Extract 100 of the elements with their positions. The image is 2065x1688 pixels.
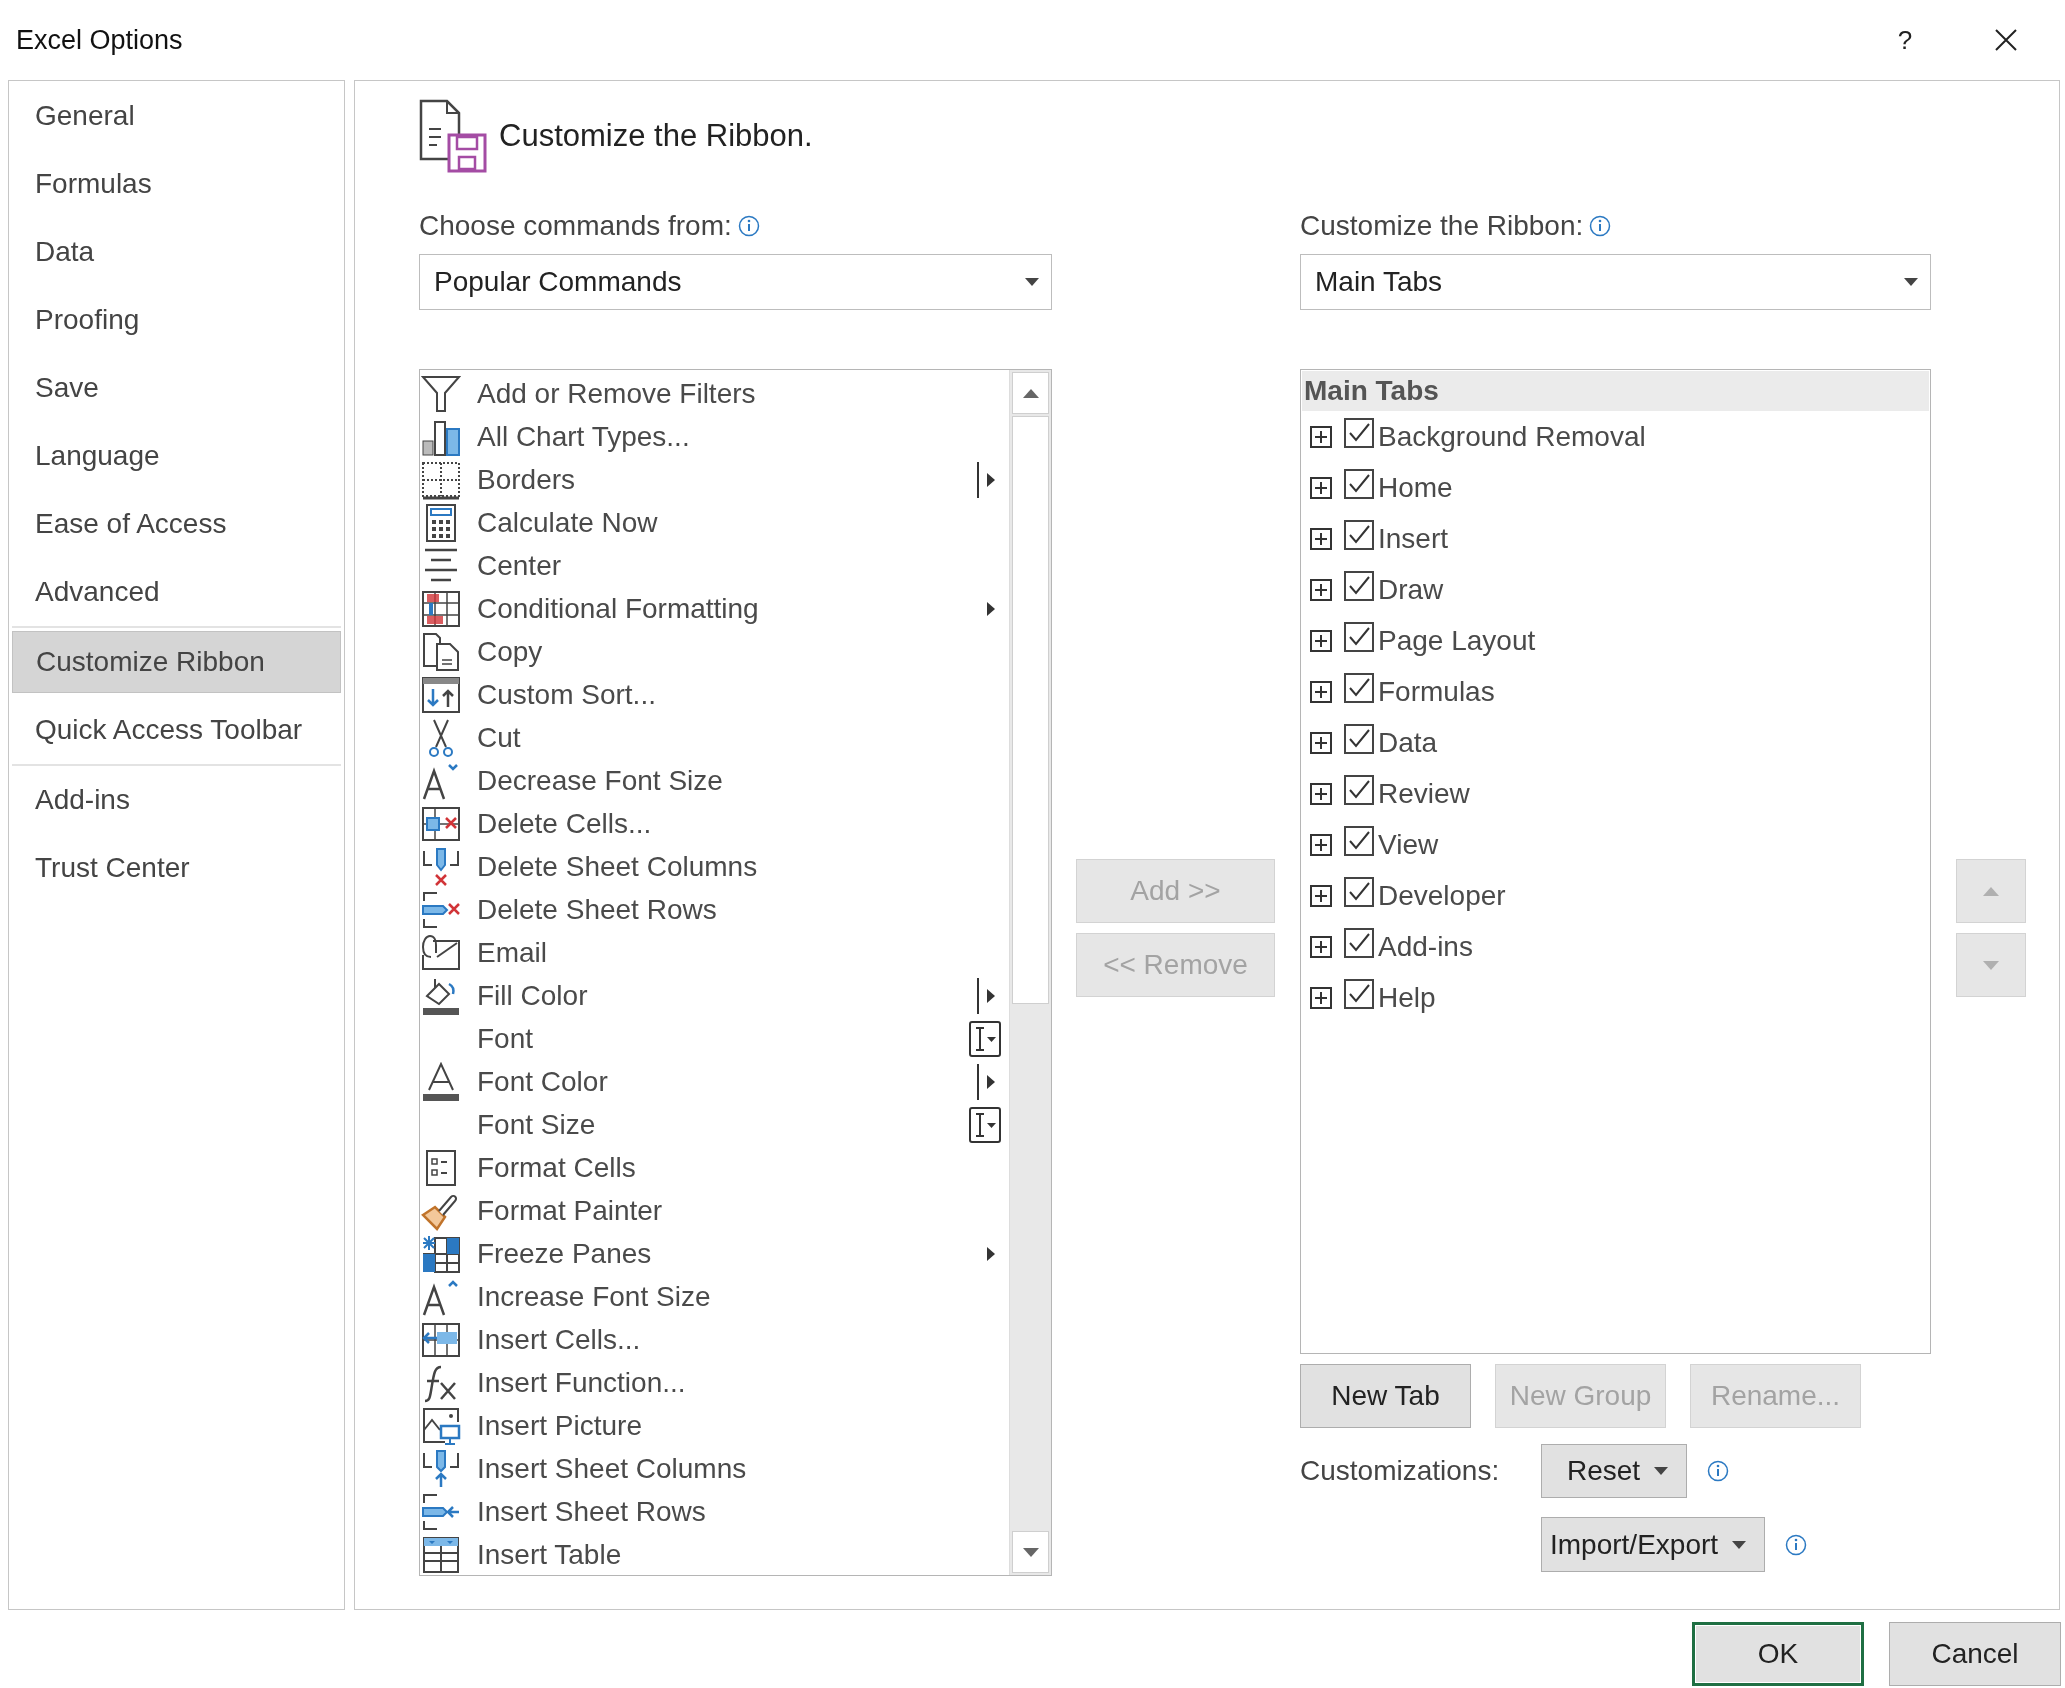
sidebar-item[interactable]: Quick Access Toolbar xyxy=(12,696,341,764)
text-field-icon xyxy=(969,1104,1001,1145)
cancel-button[interactable]: Cancel xyxy=(1889,1622,2061,1686)
checkbox[interactable] xyxy=(1344,825,1374,856)
import-export-button[interactable]: Import/Export xyxy=(1541,1517,1766,1572)
expand-icon[interactable] xyxy=(1310,986,1332,1009)
command-item[interactable]: All Chart Types... xyxy=(420,415,1009,458)
insert-rows-icon xyxy=(421,1491,461,1532)
expand-icon[interactable] xyxy=(1310,680,1332,703)
command-item[interactable]: Font xyxy=(420,1017,1009,1060)
expand-icon[interactable] xyxy=(1310,527,1332,550)
ok-button[interactable]: OK xyxy=(1692,1622,1864,1686)
scroll-up-button[interactable] xyxy=(1012,372,1049,414)
sidebar-item[interactable]: Add-ins xyxy=(12,766,341,834)
dropdown-caret-icon xyxy=(1904,278,1918,286)
info-icon xyxy=(1589,215,1612,237)
sidebar-item[interactable]: Ease of Access xyxy=(12,490,341,558)
tab-label: View xyxy=(1378,828,1439,861)
sidebar-item[interactable]: Data xyxy=(12,218,341,286)
command-item[interactable]: Calculate Now xyxy=(420,501,1009,544)
ribbon-dropdown[interactable]: Main Tabs xyxy=(1300,254,1931,310)
checkbox[interactable] xyxy=(1344,519,1374,550)
command-item[interactable]: Insert Picture xyxy=(420,1404,1009,1447)
command-item[interactable]: Decrease Font Size xyxy=(420,759,1009,802)
sidebar-item[interactable]: Formulas xyxy=(12,150,341,218)
scrollbar[interactable] xyxy=(1009,370,1051,1575)
sort-icon xyxy=(421,674,461,715)
sidebar-item[interactable]: Advanced xyxy=(12,558,341,626)
field-label: Customize the Ribbon: xyxy=(1300,210,1584,242)
expand-icon[interactable] xyxy=(1310,731,1332,754)
up-arrow-icon xyxy=(1983,886,1999,896)
expand-icon[interactable] xyxy=(1310,935,1332,958)
commands-dropdown[interactable]: Popular Commands xyxy=(419,254,1052,310)
sidebar-item[interactable]: General xyxy=(12,82,341,150)
copy-icon xyxy=(421,631,461,672)
command-item[interactable]: Fill Color xyxy=(420,974,1009,1017)
funnel-icon xyxy=(421,373,461,414)
command-item[interactable]: Increase Font Size xyxy=(420,1275,1009,1318)
command-item[interactable]: Delete Cells... xyxy=(420,802,1009,845)
tab-label: Formulas xyxy=(1378,675,1495,708)
command-item[interactable]: Format Painter xyxy=(420,1189,1009,1232)
expand-icon[interactable] xyxy=(1310,629,1332,652)
command-item[interactable]: Insert Sheet Columns xyxy=(420,1447,1009,1490)
checkbox[interactable] xyxy=(1344,621,1374,652)
command-item[interactable]: Conditional Formatting xyxy=(420,587,1009,630)
command-item[interactable]: Cut xyxy=(420,716,1009,759)
window-title: Excel Options xyxy=(16,24,184,56)
expand-icon[interactable] xyxy=(1310,425,1332,448)
command-item[interactable]: Delete Sheet Rows xyxy=(420,888,1009,931)
tab-label: Review xyxy=(1378,777,1470,810)
info-icon xyxy=(737,215,760,237)
new-tab-button[interactable]: New Tab xyxy=(1300,1364,1471,1428)
sidebar-item[interactable]: Trust Center xyxy=(12,834,341,902)
expand-icon[interactable] xyxy=(1310,476,1332,499)
command-item[interactable]: Font Size xyxy=(420,1103,1009,1146)
font-color-icon xyxy=(421,1061,461,1102)
checkbox[interactable] xyxy=(1344,570,1374,601)
expand-icon[interactable] xyxy=(1310,884,1332,907)
sidebar-item[interactable]: Save xyxy=(12,354,341,422)
expand-icon[interactable] xyxy=(1310,578,1332,601)
checkbox[interactable] xyxy=(1344,978,1374,1009)
table-icon xyxy=(421,1534,461,1575)
customizations-label: Customizations: xyxy=(1300,1455,1501,1487)
checkbox[interactable] xyxy=(1344,774,1374,805)
caret-icon xyxy=(1732,1540,1747,1549)
command-item[interactable]: Borders xyxy=(420,458,1009,501)
expand-icon[interactable] xyxy=(1310,782,1332,805)
command-item[interactable]: Email xyxy=(420,931,1009,974)
expand-icon[interactable] xyxy=(1310,833,1332,856)
down-arrow-icon xyxy=(1022,1547,1039,1557)
command-item[interactable]: Add or Remove Filters xyxy=(420,372,1009,415)
checkbox[interactable] xyxy=(1344,723,1374,754)
checkbox[interactable] xyxy=(1344,468,1374,499)
checkbox[interactable] xyxy=(1344,672,1374,703)
checkbox[interactable] xyxy=(1344,417,1374,448)
command-item[interactable]: Freeze Panes xyxy=(420,1232,1009,1275)
checkbox[interactable] xyxy=(1344,927,1374,958)
sidebar-item[interactable]: Proofing xyxy=(12,286,341,354)
sidebar-item[interactable]: Customize Ribbon xyxy=(12,631,341,693)
command-item[interactable]: Insert Function... xyxy=(420,1361,1009,1404)
scrollbar-thumb[interactable] xyxy=(1012,416,1049,1004)
command-item[interactable]: Font Color xyxy=(420,1060,1009,1103)
scroll-down-button[interactable] xyxy=(1012,1531,1049,1573)
help-button[interactable]: ? xyxy=(1885,24,1925,56)
command-item[interactable]: Delete Sheet Columns xyxy=(420,845,1009,888)
delete-columns-icon xyxy=(421,846,461,887)
command-item[interactable]: Insert Sheet Rows xyxy=(420,1490,1009,1533)
command-item[interactable]: Copy xyxy=(420,630,1009,673)
command-item[interactable]: Center xyxy=(420,544,1009,587)
reset-button[interactable]: Reset xyxy=(1541,1444,1688,1498)
command-item[interactable]: Format Cells xyxy=(420,1146,1009,1189)
checkbox[interactable] xyxy=(1344,876,1374,907)
command-item[interactable]: Insert Cells... xyxy=(420,1318,1009,1361)
tab-label: Draw xyxy=(1378,573,1444,606)
close-icon[interactable] xyxy=(1995,29,2017,51)
tab-label: Data xyxy=(1378,726,1438,759)
info-icon xyxy=(1785,1533,1808,1556)
command-item[interactable]: Insert Table xyxy=(420,1533,1009,1576)
command-item[interactable]: Custom Sort... xyxy=(420,673,1009,716)
sidebar-item[interactable]: Language xyxy=(12,422,341,490)
